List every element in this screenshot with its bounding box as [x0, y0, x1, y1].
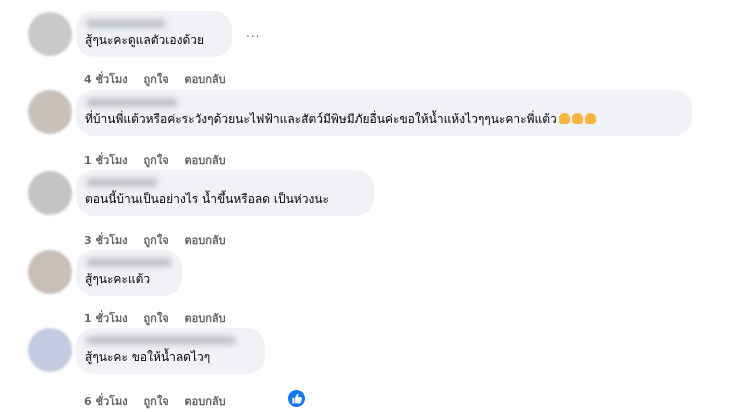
commenter-name-redacted[interactable] [86, 178, 158, 187]
thumbs-up-glyph [292, 393, 302, 404]
avatar[interactable] [28, 250, 72, 294]
comment-text: สู้ๆนะคะ ขอให้น้ำลดไวๆ [85, 350, 211, 364]
like-link[interactable]: ถูกใจ [144, 234, 169, 247]
comment-bubble: สู้ๆนะคะแต้ว [76, 250, 182, 296]
commenter-name-redacted[interactable] [86, 98, 178, 107]
comment-item: ที่บ้านพี่แต้วหรือค่ะระวังๆด้วยนะไฟฟ้าแล… [0, 90, 730, 170]
comment-text-content: ที่บ้านพี่แต้วหรือค่ะระวังๆด้วยนะไฟฟ้าแล… [85, 112, 557, 126]
like-link[interactable]: ถูกใจ [144, 154, 169, 167]
avatar[interactable] [28, 328, 72, 372]
comment-time[interactable]: 1 ชั่วโมง [84, 312, 128, 325]
comment-time[interactable]: 6 ชั่วโมง [84, 395, 128, 408]
comment-actions: 4 ชั่วโมง ถูกใจ ตอบกลับ [84, 70, 238, 88]
comment-text: ที่บ้านพี่แต้วหรือค่ะระวังๆด้วยนะไฟฟ้าแล… [85, 111, 596, 127]
reply-link[interactable]: ตอบกลับ [184, 312, 225, 325]
avatar[interactable] [28, 90, 72, 134]
reply-link[interactable]: ตอบกลับ [184, 154, 225, 167]
commenter-name-redacted[interactable] [86, 258, 172, 267]
comment-bubble: สู้ๆนะคะดูแลตัวเองด้วย [76, 11, 232, 57]
comment-item: สู้ๆนะคะดูแลตัวเองด้วย ... 4 ชั่วโมง ถูก… [0, 0, 730, 90]
comment-actions: 6 ชั่วโมง ถูกใจ ตอบกลับ [84, 392, 238, 410]
comment-actions: 3 ชั่วโมง ถูกใจ ตอบกลับ [84, 231, 238, 249]
folded-hands-icon [571, 113, 583, 124]
folded-hands-icon [558, 113, 570, 124]
comment-time[interactable]: 1 ชั่วโมง [84, 154, 128, 167]
comment-time[interactable]: 4 ชั่วโมง [84, 73, 128, 86]
comment-text: สู้ๆนะคะแต้ว [85, 272, 151, 286]
avatar[interactable] [28, 171, 72, 215]
comment-actions: 1 ชั่วโมง ถูกใจ ตอบกลับ [84, 309, 238, 327]
commenter-name-redacted[interactable] [86, 336, 236, 345]
comment-item: สู้ๆนะคะแต้ว 1 ชั่วโมง ถูกใจ ตอบกลับ [0, 250, 730, 328]
like-link[interactable]: ถูกใจ [144, 395, 169, 408]
comment-actions: 1 ชั่วโมง ถูกใจ ตอบกลับ [84, 151, 238, 169]
commenter-name-redacted[interactable] [86, 19, 166, 28]
comment-bubble: ตอนนี้บ้านเป็นอย่างไร น้ำขึ้นหรือลด เป็น… [76, 170, 374, 216]
comment-bubble: สู้ๆนะคะ ขอให้น้ำลดไวๆ [76, 328, 265, 374]
reply-link[interactable]: ตอบกลับ [184, 395, 225, 408]
comment-thread: สู้ๆนะคะดูแลตัวเองด้วย ... 4 ชั่วโมง ถูก… [0, 0, 730, 412]
like-link[interactable]: ถูกใจ [144, 73, 169, 86]
comment-text: สู้ๆนะคะดูแลตัวเองด้วย [85, 33, 205, 47]
comment-text: ตอนนี้บ้านเป็นอย่างไร น้ำขึ้นหรือลด เป็น… [85, 192, 329, 206]
comment-item: สู้ๆนะคะ ขอให้น้ำลดไวๆ 6 ชั่วโมง ถูกใจ ต… [0, 328, 730, 412]
reply-link[interactable]: ตอบกลับ [184, 234, 225, 247]
comment-item: ตอนนี้บ้านเป็นอย่างไร น้ำขึ้นหรือลด เป็น… [0, 170, 730, 250]
folded-hands-icon [584, 113, 596, 124]
thumbs-up-icon[interactable] [288, 390, 305, 407]
more-options-icon[interactable]: ... [246, 26, 260, 40]
reply-link[interactable]: ตอบกลับ [184, 73, 225, 86]
avatar[interactable] [28, 12, 72, 56]
comment-bubble: ที่บ้านพี่แต้วหรือค่ะระวังๆด้วยนะไฟฟ้าแล… [76, 90, 692, 136]
like-link[interactable]: ถูกใจ [144, 312, 169, 325]
comment-time[interactable]: 3 ชั่วโมง [84, 234, 128, 247]
